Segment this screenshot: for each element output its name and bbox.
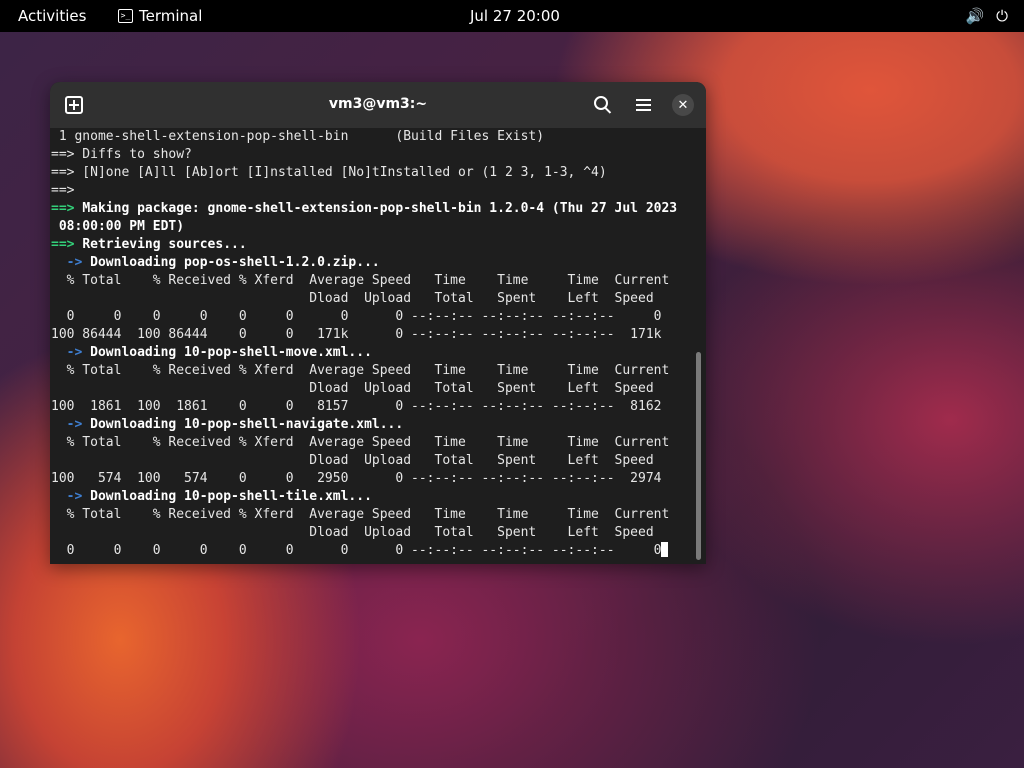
- app-menu-label: Terminal: [139, 7, 203, 25]
- line-text: Downloading 10-pop-shell-move.xml...: [90, 345, 372, 360]
- top-bar: Activities >_ Terminal Jul 27 20:00 🔊 ⏻: [0, 0, 1024, 32]
- power-icon[interactable]: ⏻: [996, 7, 1008, 25]
- search-button[interactable]: [591, 93, 615, 117]
- line-text: % Total % Received % Xferd Average Speed…: [51, 507, 670, 522]
- terminal-line: 0 0 0 0 0 0 0 0 --:--:-- --:--:-- --:--:…: [50, 308, 700, 326]
- terminal-line: 08:00:00 PM EDT): [50, 218, 700, 236]
- line-text: % Total % Received % Xferd Average Speed…: [51, 435, 670, 450]
- terminal-line: ==> Making package: gnome-shell-extensio…: [50, 200, 700, 218]
- terminal-output[interactable]: 1 gnome-shell-extension-pop-shell-bin (B…: [50, 128, 700, 564]
- close-button[interactable]: ✕: [672, 94, 694, 116]
- terminal-line: Dload Upload Total Spent Left Speed: [50, 524, 700, 542]
- terminal-line: % Total % Received % Xferd Average Speed…: [50, 506, 700, 524]
- line-text: Making package: gnome-shell-extension-po…: [82, 201, 678, 216]
- terminal-line: Dload Upload Total Spent Left Speed: [50, 380, 700, 398]
- volume-icon[interactable]: 🔊: [965, 7, 984, 25]
- line-text: Dload Upload Total Spent Left Speed: [51, 381, 654, 396]
- terminal-line: % Total % Received % Xferd Average Speed…: [50, 434, 700, 452]
- terminal-line: ==>: [50, 182, 700, 200]
- line-prefix: ->: [51, 417, 91, 432]
- line-prefix: ->: [51, 489, 91, 504]
- terminal-line: -> Downloading pop-os-shell-1.2.0.zip...: [50, 254, 700, 272]
- terminal-line: 100 574 100 574 0 0 2950 0 --:--:-- --:-…: [50, 470, 700, 488]
- line-text: ==>: [51, 183, 75, 198]
- line-prefix: ==>: [51, 201, 83, 216]
- line-prefix: ->: [51, 255, 91, 270]
- line-text: 100 574 100 574 0 0 2950 0 --:--:-- --:-…: [51, 471, 662, 486]
- line-text: 0 0 0 0 0 0 0 0 --:--:-- --:--:-- --:--:…: [51, 543, 662, 558]
- terminal-line: 100 86444 100 86444 0 0 171k 0 --:--:-- …: [50, 326, 700, 344]
- terminal-line: Dload Upload Total Spent Left Speed: [50, 452, 700, 470]
- line-prefix: ==>: [51, 237, 83, 252]
- terminal-line: % Total % Received % Xferd Average Speed…: [50, 362, 700, 380]
- menu-icon-bar: [635, 109, 651, 111]
- terminal-line: ==> [N]one [A]ll [Ab]ort [I]nstalled [No…: [50, 164, 700, 182]
- terminal-line: ==> Retrieving sources...: [50, 236, 700, 254]
- terminal-line: -> Downloading 10-pop-shell-move.xml...: [50, 344, 700, 362]
- line-text: 0 0 0 0 0 0 0 0 --:--:-- --:--:-- --:--:…: [51, 309, 662, 324]
- menu-icon-bar: [635, 99, 651, 101]
- line-text: Downloading pop-os-shell-1.2.0.zip...: [90, 255, 380, 270]
- app-menu-terminal[interactable]: >_ Terminal: [118, 7, 202, 25]
- line-text: ==> [N]one [A]ll [Ab]ort [I]nstalled [No…: [51, 165, 607, 180]
- terminal-line: 1 gnome-shell-extension-pop-shell-bin (B…: [50, 128, 700, 146]
- close-icon: ✕: [677, 97, 689, 113]
- terminal-line: % Total % Received % Xferd Average Speed…: [50, 272, 700, 290]
- terminal-line: -> Downloading 10-pop-shell-tile.xml...: [50, 488, 700, 506]
- line-text: % Total % Received % Xferd Average Speed…: [51, 273, 670, 288]
- line-text: Downloading 10-pop-shell-navigate.xml...: [90, 417, 404, 432]
- terminal-window: vm3@vm3:~ ✕ 1 gnome-shell-extension-pop-…: [50, 82, 706, 564]
- line-text: 100 1861 100 1861 0 0 8157 0 --:--:-- --…: [51, 399, 662, 414]
- terminal-line: 100 1861 100 1861 0 0 8157 0 --:--:-- --…: [50, 398, 700, 416]
- line-text: Dload Upload Total Spent Left Speed: [51, 291, 654, 306]
- terminal-line: ==> Diffs to show?: [50, 146, 700, 164]
- terminal-line: 0 0 0 0 0 0 0 0 --:--:-- --:--:-- --:--:…: [50, 542, 700, 560]
- terminal-scrollbar[interactable]: [696, 352, 701, 560]
- line-text: ==> Diffs to show?: [51, 147, 192, 162]
- line-text: Dload Upload Total Spent Left Speed: [51, 453, 654, 468]
- line-text: Retrieving sources...: [82, 237, 247, 252]
- line-text: % Total % Received % Xferd Average Speed…: [51, 363, 670, 378]
- terminal-app-icon: >_: [118, 9, 133, 23]
- line-text: 08:00:00 PM EDT): [51, 219, 185, 234]
- menu-icon-bar: [635, 104, 651, 106]
- window-headerbar[interactable]: vm3@vm3:~ ✕: [50, 82, 706, 128]
- line-text: 1 gnome-shell-extension-pop-shell-bin (B…: [51, 129, 545, 144]
- hamburger-menu-button[interactable]: [631, 93, 655, 117]
- terminal-line: Dload Upload Total Spent Left Speed: [50, 290, 700, 308]
- text-cursor: [661, 542, 669, 557]
- clock[interactable]: Jul 27 20:00: [470, 7, 560, 25]
- terminal-line: -> Downloading 10-pop-shell-navigate.xml…: [50, 416, 700, 434]
- line-text: 100 86444 100 86444 0 0 171k 0 --:--:-- …: [51, 327, 662, 342]
- line-text: Downloading 10-pop-shell-tile.xml...: [90, 489, 372, 504]
- system-menu[interactable]: 🔊 ⏻: [965, 7, 1008, 25]
- activities-button[interactable]: Activities: [18, 7, 86, 25]
- search-icon: [594, 96, 608, 110]
- line-text: Dload Upload Total Spent Left Speed: [51, 525, 654, 540]
- line-prefix: ->: [51, 345, 91, 360]
